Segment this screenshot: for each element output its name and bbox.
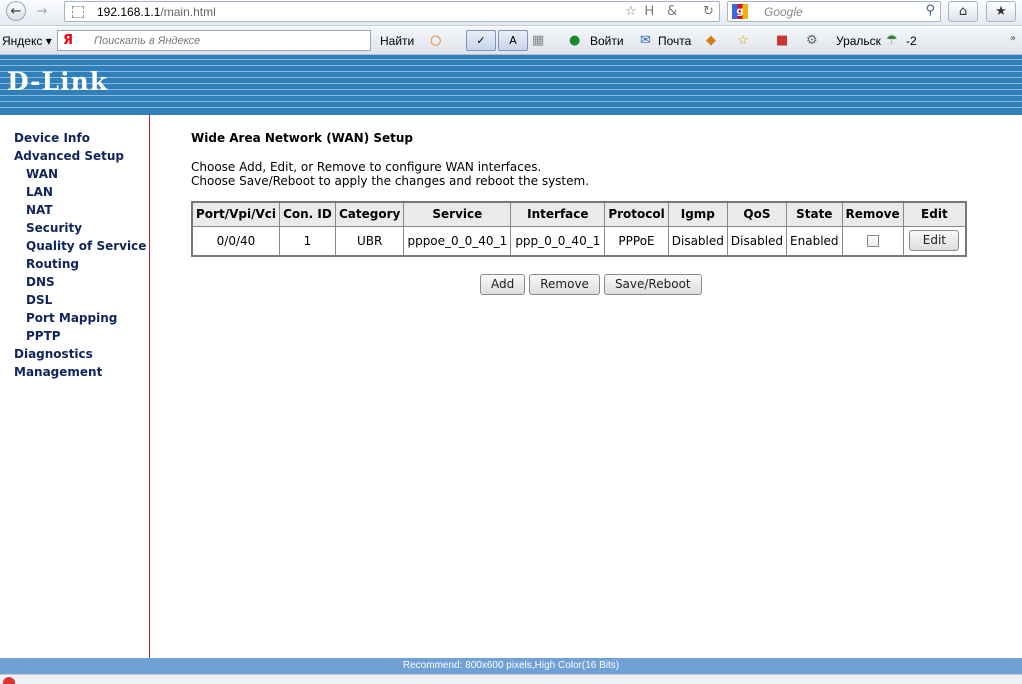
yandex-logo-icon: Я [63,33,74,48]
column-header: Igmp [667,201,728,227]
favorites-star-icon[interactable]: ☆ [737,33,749,48]
cell-state: Enabled [786,225,843,257]
ampersand-icon[interactable]: & [667,4,677,19]
cell-qos: Disabled [726,225,788,257]
yandex-search-input[interactable]: Я Поискать в Яндексе [57,30,371,51]
yandex-search-placeholder: Поискать в Яндексе [94,35,201,47]
sidebar-item-routing[interactable]: Routing [0,257,149,275]
cell-service: pppoe_0_0_40_1 [403,225,512,257]
mail-icon[interactable]: ✉ [640,33,651,48]
login-link[interactable]: Войти [590,34,624,48]
sidebar-item-advanced-setup[interactable]: Advanced Setup [0,149,149,167]
column-header: Remove [841,201,904,227]
key-icon[interactable]: ● [569,33,580,48]
cell-remove [841,225,904,257]
column-header: Con. ID [278,201,336,227]
mail-link[interactable]: Почта [658,34,691,48]
bar-settings-icon[interactable]: ■ [776,33,788,48]
search-magnifier-icon[interactable]: ⚲ [925,3,935,18]
weather-city[interactable]: Уральск [836,34,881,48]
column-header: Protocol [604,201,669,227]
column-header: Edit [902,201,967,227]
cell-edit: Edit [902,225,967,257]
speech-bubble-icon[interactable]: ○ [430,33,441,48]
web-search-box[interactable]: g Google ⚲ [727,1,941,22]
remove-button[interactable]: Remove [529,274,600,295]
home-icon[interactable]: ⌂ [948,1,978,22]
sidebar-item-nat[interactable]: NAT [0,203,149,221]
cell-port: 0/0/40 [191,225,280,257]
table-row: 0/0/40 1 UBR pppoe_0_0_40_1 ppp_0_0_40_1… [191,225,967,257]
column-header: State [786,201,843,227]
yandex-menu[interactable]: Яндекс ▾ [2,34,52,48]
sidebar-item-dns[interactable]: DNS [0,275,149,293]
cell-igmp: Disabled [667,225,728,257]
sidebar-item-lan[interactable]: LAN [0,185,149,203]
sidebar-item-wan[interactable]: WAN [0,167,149,185]
site-identity-icon[interactable] [72,6,84,18]
table-header-row: Port/Vpi/Vci Con. ID Category Service In… [191,201,967,227]
sidebar-item-security[interactable]: Security [0,221,149,239]
cell-interface: ppp_0_0_40_1 [510,225,606,257]
browser-navbar: ← → 192.168.1.1/main.html ☆ Ꮋ & ↻ g Goog… [0,0,1022,26]
add-button[interactable]: Add [480,274,526,295]
column-header: Interface [510,201,606,227]
translate-icon[interactable]: Ꮋ [645,4,654,19]
url-text: 192.168.1.1/main.html [97,5,216,19]
sidebar-item-device-info[interactable]: Device Info [0,131,149,149]
column-header: QoS [726,201,788,227]
status-icon [3,677,15,684]
dlink-logo: D-Link [7,67,109,96]
bookmark-star-icon[interactable]: ☆ [625,4,637,19]
forward-button[interactable]: → [32,1,52,21]
back-button[interactable]: ← [6,1,26,21]
money-icon[interactable]: ◆ [706,33,716,48]
browser-statusbar [0,674,1022,684]
weather-icon: ☂ [886,33,898,48]
url-path: /main.html [160,5,216,19]
sidebar-item-port-mapping[interactable]: Port Mapping [0,311,149,329]
cell-category: UBR [334,225,405,257]
url-host: 192.168.1.1 [97,5,161,19]
web-search-placeholder: Google [764,5,803,19]
router-header: D-Link [0,55,1022,115]
sidebar-item-diagnostics[interactable]: Diagnostics [0,347,149,365]
google-engine-icon[interactable]: g [732,4,748,19]
save-reboot-button[interactable]: Save/Reboot [603,274,702,295]
yandex-toolbar: Яндекс ▾ Я Поискать в Яндексе Найти ○ ✓ … [0,27,1022,55]
wan-interfaces-table: Port/Vpi/Vci Con. ID Category Service In… [191,201,968,257]
grid-icon[interactable]: ▦ [532,33,544,48]
edit-button[interactable]: Edit [909,230,960,252]
page-title: Wide Area Network (WAN) Setup [191,131,414,145]
sidebar-item-pptp[interactable]: PPTP [0,329,149,347]
yandex-find-button[interactable]: Найти [380,34,414,48]
page-description-line-2: Choose Save/Reboot to apply the changes … [191,174,590,188]
column-header: Category [334,201,405,227]
sidebar-menu: Device Info Advanced Setup WAN LAN NAT S… [0,115,150,658]
column-header: Service [403,201,512,227]
yandex-brand-label: Яндекс [2,34,43,48]
gear-icon[interactable]: ⚙ [806,33,818,48]
weather-temperature: -2 [906,34,917,48]
action-buttons: Add Remove Save/Reboot [480,274,706,295]
remove-checkbox[interactable] [866,235,879,248]
toolbar-overflow-chevron-icon[interactable]: » [1010,33,1016,44]
main-content: Wide Area Network (WAN) Setup Choose Add… [151,115,1022,658]
translate-text-icon[interactable]: A [498,30,528,51]
bookmarks-icon[interactable]: ★ [986,1,1016,22]
sidebar-item-dsl[interactable]: DSL [0,293,149,311]
recommendation-footer: Recommend: 800x600 pixels,High Color(16 … [0,658,1022,674]
sidebar-item-quality-of-service[interactable]: Quality of Service [0,239,149,257]
address-bar[interactable]: 192.168.1.1/main.html ☆ Ꮋ & ↻ [64,1,720,22]
column-header: Port/Vpi/Vci [191,201,280,227]
spellcheck-icon[interactable]: ✓ [466,30,496,51]
cell-con-id: 1 [278,225,336,257]
sidebar-item-management[interactable]: Management [0,365,149,383]
cell-protocol: PPPoE [604,225,669,257]
page-description-line-1: Choose Add, Edit, or Remove to configure… [191,160,542,174]
reload-icon[interactable]: ↻ [703,4,714,19]
